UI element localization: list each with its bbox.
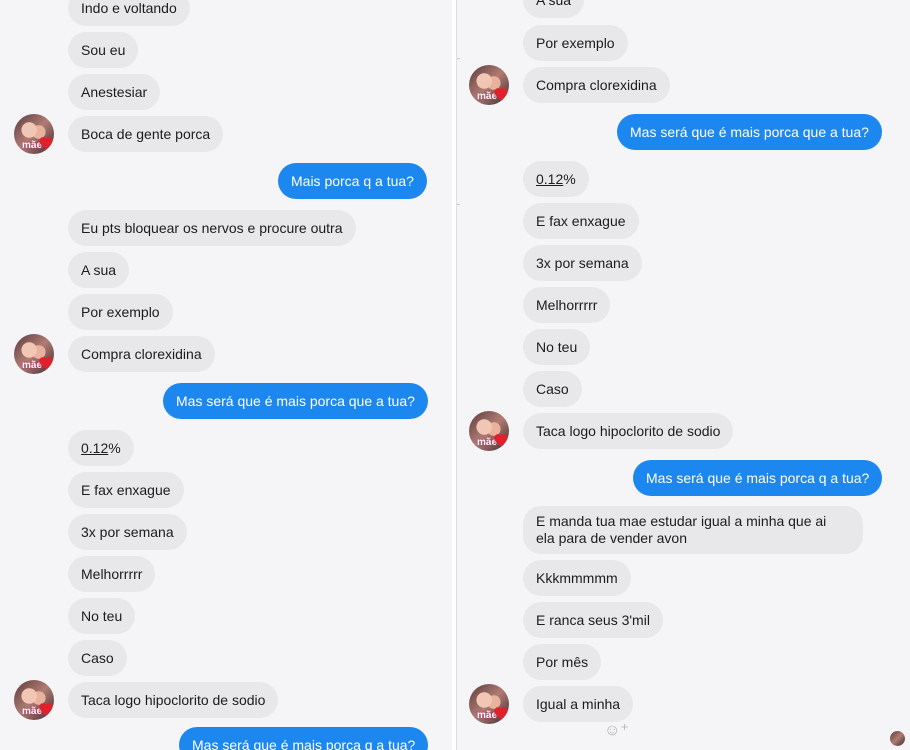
smiley-add-icon[interactable]: ☺⁺ — [604, 720, 629, 740]
message-bubble[interactable]: Taca logo hipoclorito de sodio — [68, 682, 279, 718]
message-text: 3x por semana — [536, 255, 629, 271]
message-bubble[interactable]: Boca de gente porca — [68, 116, 224, 152]
message-bubble[interactable]: A sua — [68, 252, 130, 288]
message-text: E manda tua mae estudar igual a minha qu… — [536, 513, 827, 529]
message-text: % — [563, 171, 576, 187]
message-text: Por exemplo — [81, 304, 160, 320]
message-text-link[interactable]: 0.12 — [536, 171, 563, 187]
heart-icon — [40, 704, 52, 716]
message-bubble[interactable]: No teu — [523, 329, 591, 365]
message-bubble[interactable]: Por mês — [523, 644, 602, 680]
message-bubble[interactable]: E fax enxague — [68, 472, 184, 508]
message-text: Mas será que é mais porca q a tua? — [646, 470, 870, 486]
message-text: Caso — [536, 381, 569, 397]
message-text: ela para de vender avon — [536, 530, 687, 546]
message-text: E fax enxague — [536, 213, 626, 229]
message-text: Igual a minha — [536, 696, 621, 712]
message-text: Mas será que é mais porca q a tua? — [192, 737, 416, 750]
message-text: 3x por semana — [81, 524, 174, 540]
message-bubble[interactable]: Melhorrrrr — [523, 287, 611, 323]
contact-avatar[interactable]: mãe — [14, 680, 54, 720]
message-bubble[interactable]: Por exemplo — [68, 294, 173, 330]
message-text: Eu pts bloquear os nervos e procure outr… — [81, 220, 343, 236]
message-bubble[interactable]: E fax enxague — [523, 203, 639, 239]
message-text: Mas será que é mais porca que a tua? — [176, 393, 415, 409]
message-bubble[interactable]: Compra clorexidina — [523, 67, 670, 103]
message-bubble[interactable]: E manda tua mae estudar igual a minha qu… — [523, 506, 863, 554]
message-bubble[interactable]: 0.12% — [523, 161, 589, 197]
message-text: Indo e voltando — [81, 0, 177, 16]
message-bubble-sent[interactable]: Mas será que é mais porca q a tua? — [633, 460, 883, 496]
message-bubble[interactable]: Caso — [523, 371, 582, 407]
message-text: Caso — [81, 650, 114, 666]
message-text: Taca logo hipoclorito de sodio — [536, 423, 721, 439]
message-text: No teu — [81, 608, 123, 624]
message-text: % — [108, 440, 121, 456]
message-text: Compra clorexidina — [536, 77, 657, 93]
message-text: A sua — [81, 262, 117, 278]
message-text: E ranca seus 3'mil — [536, 612, 650, 628]
message-text: Mas será que é mais porca que a tua? — [630, 124, 869, 140]
contact-avatar[interactable]: mãe — [469, 684, 509, 724]
message-bubble-sent[interactable]: Mas será que é mais porca que a tua? — [617, 114, 882, 150]
message-text: Compra clorexidina — [81, 346, 202, 362]
chat-panel-right: A sua Por exemplo mãe Compra clorexidina… — [456, 0, 910, 750]
message-bubble[interactable]: Eu pts bloquear os nervos e procure outr… — [68, 210, 356, 246]
message-bubble[interactable]: 3x por semana — [523, 245, 642, 281]
message-bubble[interactable]: Indo e voltando — [68, 0, 190, 26]
message-bubble[interactable]: Sou eu — [68, 32, 139, 68]
message-text: Melhorrrrr — [536, 297, 598, 313]
read-receipt-avatar — [890, 731, 905, 746]
message-bubble[interactable]: 0.12% — [68, 430, 134, 466]
message-text-link[interactable]: 0.12 — [81, 440, 108, 456]
contact-avatar[interactable]: mãe — [14, 114, 54, 154]
message-bubble[interactable]: Por exemplo — [523, 25, 628, 61]
message-text: Por mês — [536, 654, 589, 670]
message-bubble-sent[interactable]: Mas será que é mais porca que a tua? — [163, 383, 428, 419]
message-bubble[interactable]: Melhorrrrr — [68, 556, 156, 592]
message-bubble[interactable]: Caso — [68, 640, 127, 676]
message-text: A sua — [536, 0, 572, 8]
heart-icon — [495, 89, 507, 101]
contact-avatar[interactable]: mãe — [469, 65, 509, 105]
message-text: Kkkmmmmm — [536, 570, 618, 586]
contact-avatar[interactable]: mãe — [469, 411, 509, 451]
message-bubble[interactable]: A sua — [523, 0, 585, 18]
contact-avatar[interactable]: mãe — [14, 334, 54, 374]
message-text: Por exemplo — [536, 35, 615, 51]
message-text: Sou eu — [81, 42, 126, 58]
scroll-indicator — [457, 58, 460, 205]
message-bubble[interactable]: Kkkmmmmm — [523, 560, 631, 596]
message-bubble-sent[interactable]: Mais porca q a tua? — [278, 163, 427, 199]
message-text: E fax enxague — [81, 482, 171, 498]
heart-icon — [40, 358, 52, 370]
message-bubble[interactable]: No teu — [68, 598, 136, 634]
message-text: Melhorrrrr — [81, 566, 143, 582]
heart-icon — [495, 708, 507, 720]
heart-icon — [495, 435, 507, 447]
chat-panel-left: Indo e voltando Sou eu Anestesiar mãe Bo… — [0, 0, 452, 750]
heart-icon — [40, 138, 52, 150]
message-text: Mais porca q a tua? — [291, 173, 414, 189]
message-bubble[interactable]: Compra clorexidina — [68, 336, 215, 372]
message-text: No teu — [536, 339, 578, 355]
message-bubble[interactable]: Anestesiar — [68, 74, 161, 110]
message-text: Taca logo hipoclorito de sodio — [81, 692, 266, 708]
message-bubble[interactable]: Igual a minha — [523, 686, 634, 722]
message-bubble[interactable]: 3x por semana — [68, 514, 187, 550]
message-text: Anestesiar — [81, 84, 148, 100]
message-text: Boca de gente porca — [81, 126, 211, 142]
message-bubble[interactable]: Taca logo hipoclorito de sodio — [523, 413, 734, 449]
message-bubble-sent[interactable]: Mas será que é mais porca q a tua? — [179, 727, 429, 750]
message-bubble[interactable]: E ranca seus 3'mil — [523, 602, 663, 638]
